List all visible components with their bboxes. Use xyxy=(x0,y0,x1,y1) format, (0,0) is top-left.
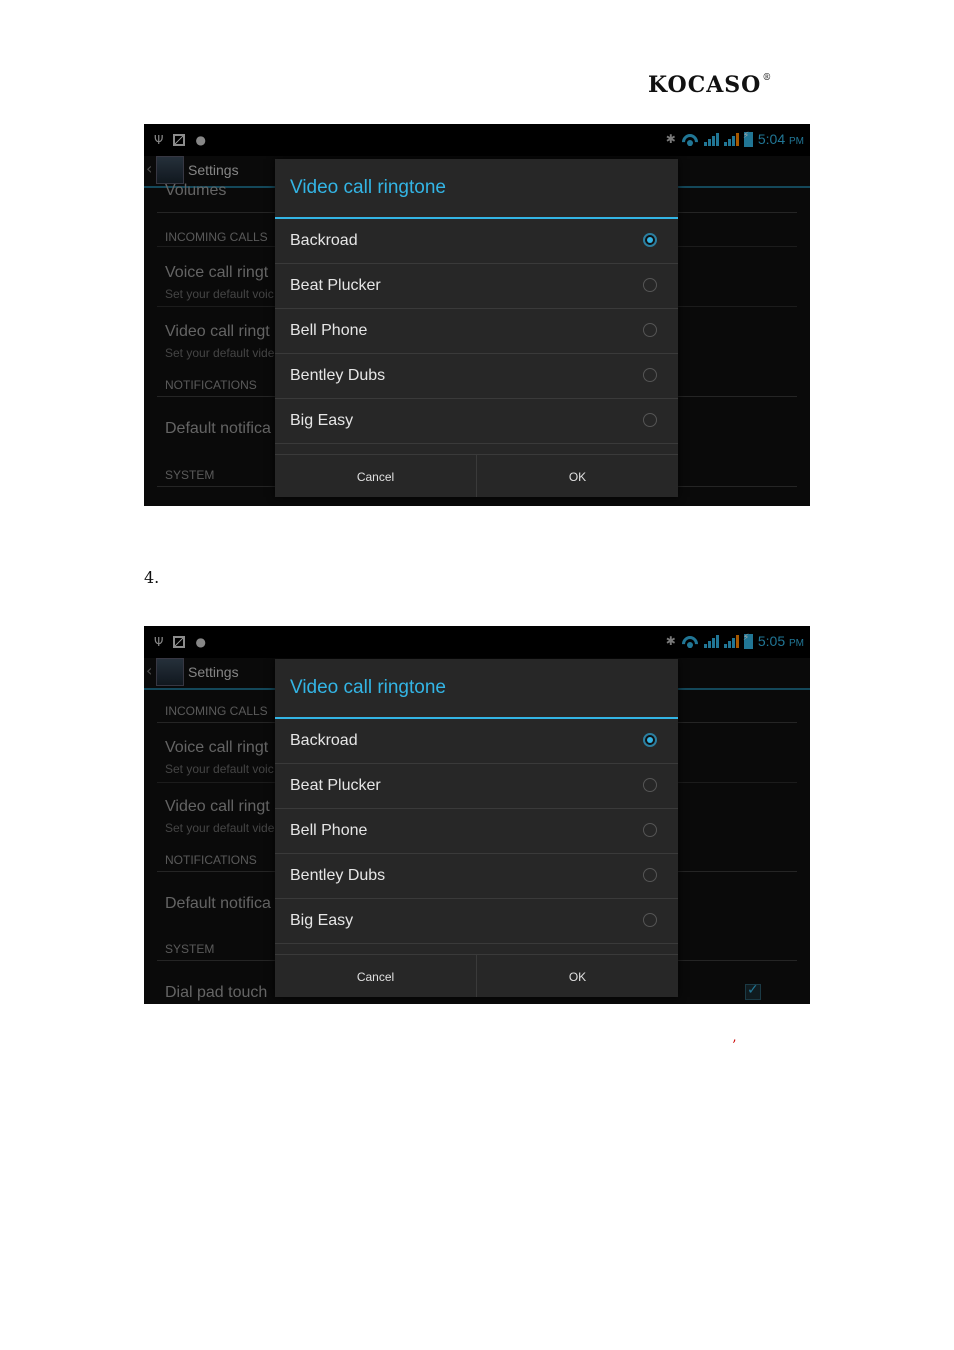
option-label: Bell Phone xyxy=(290,822,368,839)
radio-unselected-icon[interactable] xyxy=(643,323,657,337)
cancel-label: Cancel xyxy=(356,970,395,984)
cancel-button[interactable]: Cancel xyxy=(275,455,476,497)
brand-name: KOCASO xyxy=(648,72,762,98)
option-label: Bentley Dubs xyxy=(290,867,386,884)
dialog-buttons: Cancel OK xyxy=(275,955,678,997)
radio-unselected-icon[interactable] xyxy=(643,368,657,382)
option-label: Beat Plucker xyxy=(290,277,381,294)
ringtone-option[interactable]: Backroad xyxy=(275,719,678,764)
dialog-title: Video call ringtone xyxy=(290,677,446,698)
radio-selected-icon[interactable] xyxy=(643,733,657,747)
ringtone-option[interactable]: Big Easy xyxy=(275,899,678,944)
cancel-button[interactable]: Cancel xyxy=(275,955,476,997)
ok-button[interactable]: OK xyxy=(476,955,678,997)
cancel-label: Cancel xyxy=(356,470,395,484)
dialog-title-bar: Video call ringtone xyxy=(275,159,678,219)
option-label: Beat Plucker xyxy=(290,777,381,794)
radio-unselected-icon[interactable] xyxy=(643,778,657,792)
brand-logo: KOCASO® xyxy=(648,72,772,98)
option-label: Bentley Dubs xyxy=(290,367,386,384)
ringtone-option[interactable]: Bentley Dubs xyxy=(275,354,678,399)
option-label: Bell Phone xyxy=(290,322,368,339)
option-label: Big Easy xyxy=(290,412,354,429)
ok-label: OK xyxy=(568,970,587,984)
ok-button[interactable]: OK xyxy=(476,455,678,497)
option-label: Backroad xyxy=(290,732,358,749)
screenshot-2: Ψ ● ✱ 5:05 PM ‹ Settings INCOMING CALLS … xyxy=(144,626,810,1004)
dialog-title-bar: Video call ringtone xyxy=(275,659,678,719)
ringtone-option[interactable]: Big Easy xyxy=(275,399,678,444)
ok-label: OK xyxy=(568,470,587,484)
dialog-title: Video call ringtone xyxy=(290,177,446,198)
radio-selected-icon[interactable] xyxy=(643,233,657,247)
ringtone-option[interactable]: Bentley Dubs xyxy=(275,854,678,899)
ringtone-option[interactable]: Bell Phone xyxy=(275,809,678,854)
radio-unselected-icon[interactable] xyxy=(643,278,657,292)
ringtone-option[interactable]: Beat Plucker xyxy=(275,764,678,809)
radio-unselected-icon[interactable] xyxy=(643,413,657,427)
step-number: 4. xyxy=(144,568,160,587)
option-label: Backroad xyxy=(290,232,358,249)
dialog-buttons: Cancel OK xyxy=(275,455,678,497)
ringtone-dialog: Video call ringtone Backroad Beat Plucke… xyxy=(275,659,678,997)
ringtone-option[interactable]: Beat Plucker xyxy=(275,264,678,309)
screenshot-1: Ψ ● ✱ 5:04 PM ‹ Settings Volumes INCOMIN… xyxy=(144,124,810,506)
ringtone-option[interactable]: Backroad xyxy=(275,219,678,264)
registered-mark: ® xyxy=(762,72,773,83)
ringtone-dialog: Video call ringtone Backroad Beat Plucke… xyxy=(275,159,678,497)
footnote-mark: ’ xyxy=(732,1038,737,1054)
option-label: Big Easy xyxy=(290,912,354,929)
radio-unselected-icon[interactable] xyxy=(643,823,657,837)
radio-unselected-icon[interactable] xyxy=(643,913,657,927)
radio-unselected-icon[interactable] xyxy=(643,868,657,882)
ringtone-option[interactable]: Bell Phone xyxy=(275,309,678,354)
